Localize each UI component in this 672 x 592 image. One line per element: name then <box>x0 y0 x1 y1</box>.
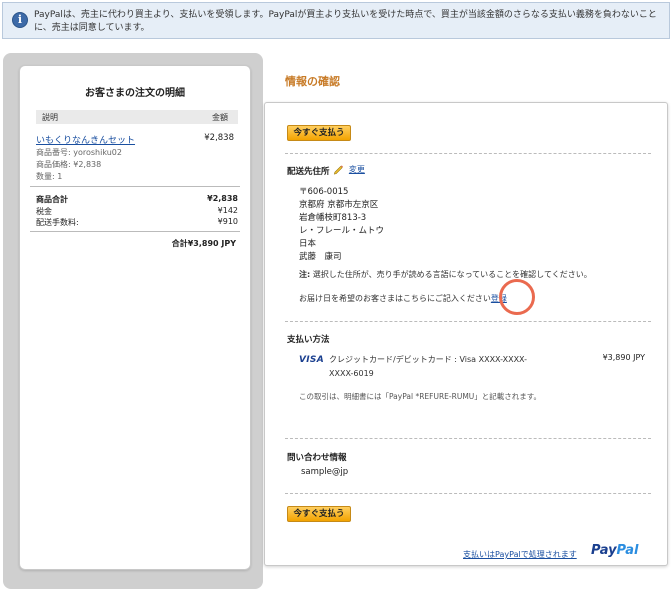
tax-label: 税金 <box>36 207 52 216</box>
card-amount: ¥3,890 JPY <box>602 353 645 362</box>
address-line: レ・フレール・ムトウ <box>299 226 385 236</box>
address-line: 武藤 康司 <box>299 252 342 262</box>
shipping-row: 配送手数料: ¥910 <box>36 217 238 228</box>
col-amount: 金額 <box>212 113 228 122</box>
paypal-processing-link[interactable]: 支払いはPayPalで処理されます <box>463 549 577 560</box>
edit-address[interactable]: 変更 <box>333 164 365 175</box>
edit-address-link[interactable]: 変更 <box>349 165 365 174</box>
billing-statement-note: この取引は、明細書には「PayPal *REFURE-RUMU」と記載されます。 <box>299 392 542 401</box>
shipping-value: ¥910 <box>217 217 238 226</box>
col-description: 説明 <box>42 113 58 122</box>
info-banner-text: PayPalは、売主に代わり買主より、支払いを受領します。PayPalが買主より… <box>34 10 657 33</box>
item-price: 商品価格: ¥2,838 <box>36 160 102 169</box>
order-summary-panel: お客さまの注文の明細 説明 金額 いもくりなんきんセット ¥2,838 商品番号… <box>3 53 263 589</box>
item-amount: ¥2,838 <box>204 133 234 143</box>
order-total: 合計¥3,890 JPY <box>171 239 236 248</box>
paypal-logo-pay: Pay <box>591 543 617 558</box>
subtotal-row: 商品合計 ¥2,838 <box>36 194 238 205</box>
address-line: 岩倉幡枝町813-3 <box>299 213 367 223</box>
contact-info-title: 問い合わせ情報 <box>287 453 347 463</box>
divider <box>30 231 240 232</box>
tax-row: 税金 ¥142 <box>36 206 238 217</box>
item-number: 商品番号: yoroshiku02 <box>36 148 122 157</box>
card-details: クレジットカード/デビットカード : Visa XXXX-XXXX-XXXX-6… <box>329 355 528 378</box>
review-panel: 今すぐ支払う 配送先住所 変更 〒606-0015 京都府 京都市左京区 岩倉幡… <box>264 102 668 566</box>
order-column-header: 説明 金額 <box>36 110 238 124</box>
pencil-icon <box>333 165 344 175</box>
note-text: 選択した住所が、売り手が読める言語になっていることを確認してください。 <box>310 270 592 279</box>
item-name-link[interactable]: いもくりなんきんセット <box>36 133 135 146</box>
delivery-date-note: お届け日を希望のお客さまはこちらにご記入ください登録 <box>299 293 507 304</box>
address-line: 日本 <box>299 239 317 249</box>
note-label: 注: <box>299 270 311 279</box>
address-line: 〒606-0015 <box>299 187 349 197</box>
order-summary-title: お客さまの注文の明細 <box>85 88 185 99</box>
divider <box>285 321 651 322</box>
subtotal-value: ¥2,838 <box>207 194 238 203</box>
divider <box>30 186 240 187</box>
divider <box>285 153 651 154</box>
info-icon: i <box>12 12 28 28</box>
subtotal-label: 商品合計 <box>36 195 68 204</box>
divider <box>285 493 651 494</box>
info-banner: i PayPalは、売主に代わり買主より、支払いを受領します。PayPalが買主… <box>2 2 670 39</box>
address-note: 注: 選択した住所が、売り手が読める言語になっていることを確認してください。 <box>299 269 592 280</box>
order-summary-card: お客さまの注文の明細 説明 金額 いもくりなんきんセット ¥2,838 商品番号… <box>19 65 251 570</box>
delivery-text: お届け日を希望のお客さまはこちらにご記入ください <box>299 294 491 303</box>
pay-now-button-top[interactable]: 今すぐ支払う <box>287 125 351 141</box>
tax-value: ¥142 <box>217 206 238 215</box>
paypal-logo-pal: Pal <box>616 543 639 558</box>
visa-icon: VISA <box>299 355 324 365</box>
payment-method-title: 支払い方法 <box>287 335 330 345</box>
shipping-label: 配送手数料: <box>36 218 79 227</box>
highlight-circle <box>499 279 535 315</box>
address-line: 京都府 京都市左京区 <box>299 200 379 210</box>
item-quantity: 数量: 1 <box>36 172 63 181</box>
paypal-logo: PayPal <box>591 543 638 558</box>
divider <box>285 438 651 439</box>
pay-now-button-bottom[interactable]: 今すぐ支払う <box>287 506 351 522</box>
contact-email: sample@jp <box>301 467 349 477</box>
shipping-address-title: 配送先住所 <box>287 167 330 177</box>
review-title: 情報の確認 <box>285 75 340 88</box>
